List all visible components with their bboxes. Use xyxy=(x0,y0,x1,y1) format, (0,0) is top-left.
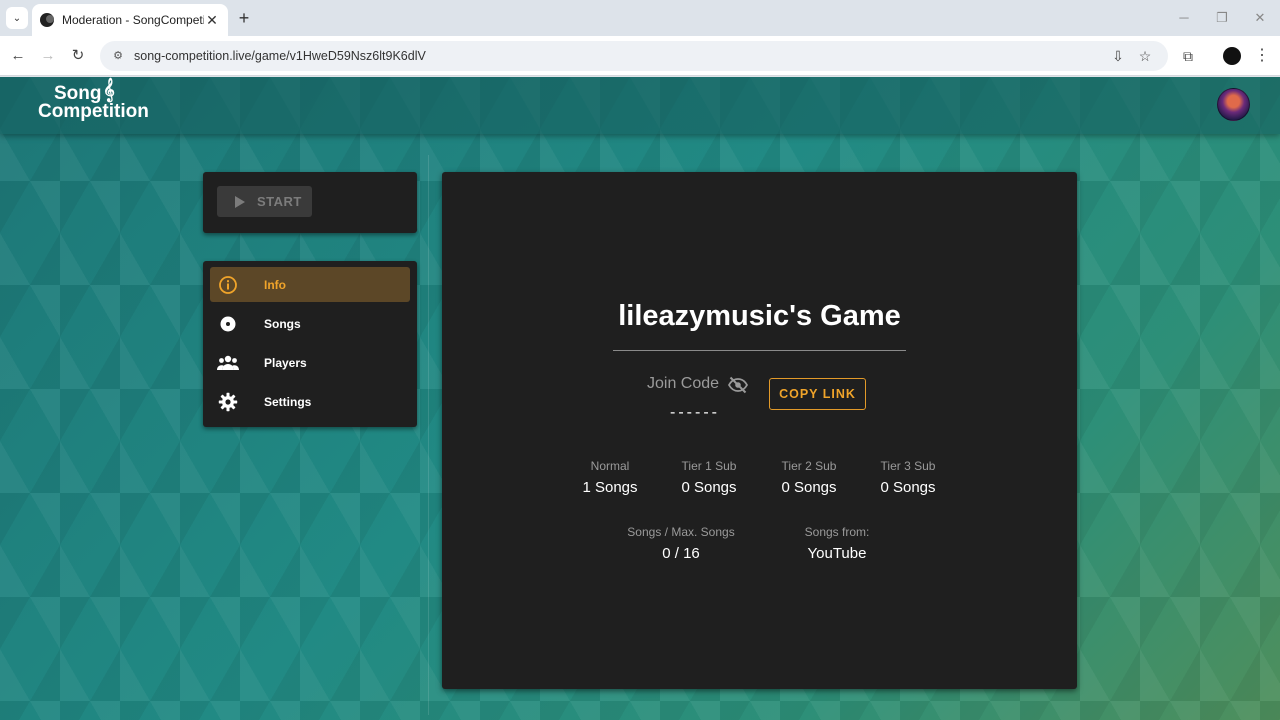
site-info-icon[interactable]: ⚙ xyxy=(110,48,126,64)
user-avatar[interactable] xyxy=(1217,88,1250,121)
tier-value: 0 Songs xyxy=(681,479,737,496)
extensions-puzzle-icon[interactable]: ⧉ xyxy=(1178,46,1198,66)
url-text: song-competition.live/game/v1HweD59Nsz6l… xyxy=(134,49,426,63)
disc-icon xyxy=(216,312,240,336)
sidebar-menu: Info Songs Players Settings xyxy=(203,261,417,427)
tier-value: 0 Songs xyxy=(781,479,837,496)
join-code-value: ------ xyxy=(670,404,720,421)
browser-menu-icon[interactable]: ⋮ xyxy=(1254,46,1270,66)
new-tab-plus-icon[interactable]: + xyxy=(234,8,254,28)
songs-count-stat: Songs / Max. Songs 0 / 16 xyxy=(616,525,746,562)
songs-count-value: 0 / 16 xyxy=(662,545,700,562)
sidebar-item-players[interactable]: Players xyxy=(210,345,410,380)
songs-count-label: Songs / Max. Songs xyxy=(627,525,735,539)
songs-source-stat: Songs from: YouTube xyxy=(787,525,887,562)
page-content: Song Competition 𝄞 START Info Songs Play… xyxy=(0,77,1280,720)
game-title: lileazymusic's Game xyxy=(618,300,901,332)
songs-source-value: YouTube xyxy=(807,545,867,562)
info-icon xyxy=(216,273,240,297)
sidebar-item-label: Songs xyxy=(264,316,301,331)
tier-stat-tier2: Tier 2 Sub 0 Songs xyxy=(759,459,859,496)
sidebar-item-settings[interactable]: Settings xyxy=(210,384,410,419)
play-icon xyxy=(235,195,245,208)
bookmark-star-icon[interactable]: ☆ xyxy=(1136,47,1154,65)
tab-title: Moderation - SongCompetition xyxy=(62,13,204,27)
tier-stat-tier3: Tier 3 Sub 0 Songs xyxy=(858,459,958,496)
treble-clef-icon: 𝄞 xyxy=(103,79,115,101)
back-arrow-icon[interactable]: ← xyxy=(8,46,28,66)
vertical-divider xyxy=(428,155,429,715)
close-window-icon[interactable]: ✕ xyxy=(1250,8,1270,28)
eye-off-icon[interactable] xyxy=(727,376,749,394)
browser-tab[interactable]: Moderation - SongCompetition ✕ xyxy=(32,4,228,36)
copy-link-button[interactable]: COPY LINK xyxy=(769,378,866,410)
tab-favicon-icon xyxy=(40,13,54,27)
tier-label: Tier 1 Sub xyxy=(681,459,737,473)
minimize-icon[interactable]: ─ xyxy=(1174,8,1194,28)
tier-stat-tier1: Tier 1 Sub 0 Songs xyxy=(659,459,759,496)
start-button[interactable]: START xyxy=(217,186,312,217)
sidebar-item-label: Info xyxy=(264,277,286,292)
group-icon xyxy=(216,351,240,375)
address-bar[interactable]: ⚙ song-competition.live/game/v1HweD59Nsz… xyxy=(100,41,1168,71)
join-code-label: Join Code xyxy=(647,375,720,392)
sidebar-item-label: Players xyxy=(264,355,307,370)
sidebar-item-songs[interactable]: Songs xyxy=(210,306,410,341)
browser-toolbar: ← → ↻ ⚙ song-competition.live/game/v1Hwe… xyxy=(0,36,1280,76)
tier-label: Normal xyxy=(590,459,630,473)
tier-value: 0 Songs xyxy=(880,479,936,496)
sidebar-item-label: Settings xyxy=(264,394,312,409)
tier-value: 1 Songs xyxy=(582,479,638,496)
start-card: START xyxy=(203,172,417,233)
tab-close-icon[interactable]: ✕ xyxy=(204,12,220,29)
restore-icon[interactable]: ❐ xyxy=(1212,8,1232,28)
app-logo[interactable]: Song Competition 𝄞 xyxy=(38,80,160,129)
forward-arrow-icon[interactable]: → xyxy=(38,46,58,66)
songs-source-label: Songs from: xyxy=(804,525,870,539)
sidebar-item-info[interactable]: Info xyxy=(210,267,410,302)
logo-text-competition: Competition xyxy=(38,101,149,122)
gear-icon xyxy=(216,390,240,414)
start-button-label: START xyxy=(257,194,302,209)
tier-label: Tier 2 Sub xyxy=(781,459,837,473)
reload-icon[interactable]: ↻ xyxy=(68,46,88,66)
tier-stat-normal: Normal 1 Songs xyxy=(560,459,660,496)
tier-label: Tier 3 Sub xyxy=(880,459,936,473)
tab-search-chevron-icon[interactable]: ⌄ xyxy=(6,7,28,29)
app-header: Song Competition 𝄞 xyxy=(0,77,1280,134)
browser-profile-avatar[interactable] xyxy=(1223,47,1241,65)
install-app-icon[interactable]: ⇩ xyxy=(1109,47,1127,65)
title-underline xyxy=(613,350,906,351)
browser-tabstrip: ⌄ Moderation - SongCompetition ✕ + ─ ❐ ✕ xyxy=(0,0,1280,36)
game-info-card: lileazymusic's Game Join Code ------ COP… xyxy=(442,172,1077,689)
